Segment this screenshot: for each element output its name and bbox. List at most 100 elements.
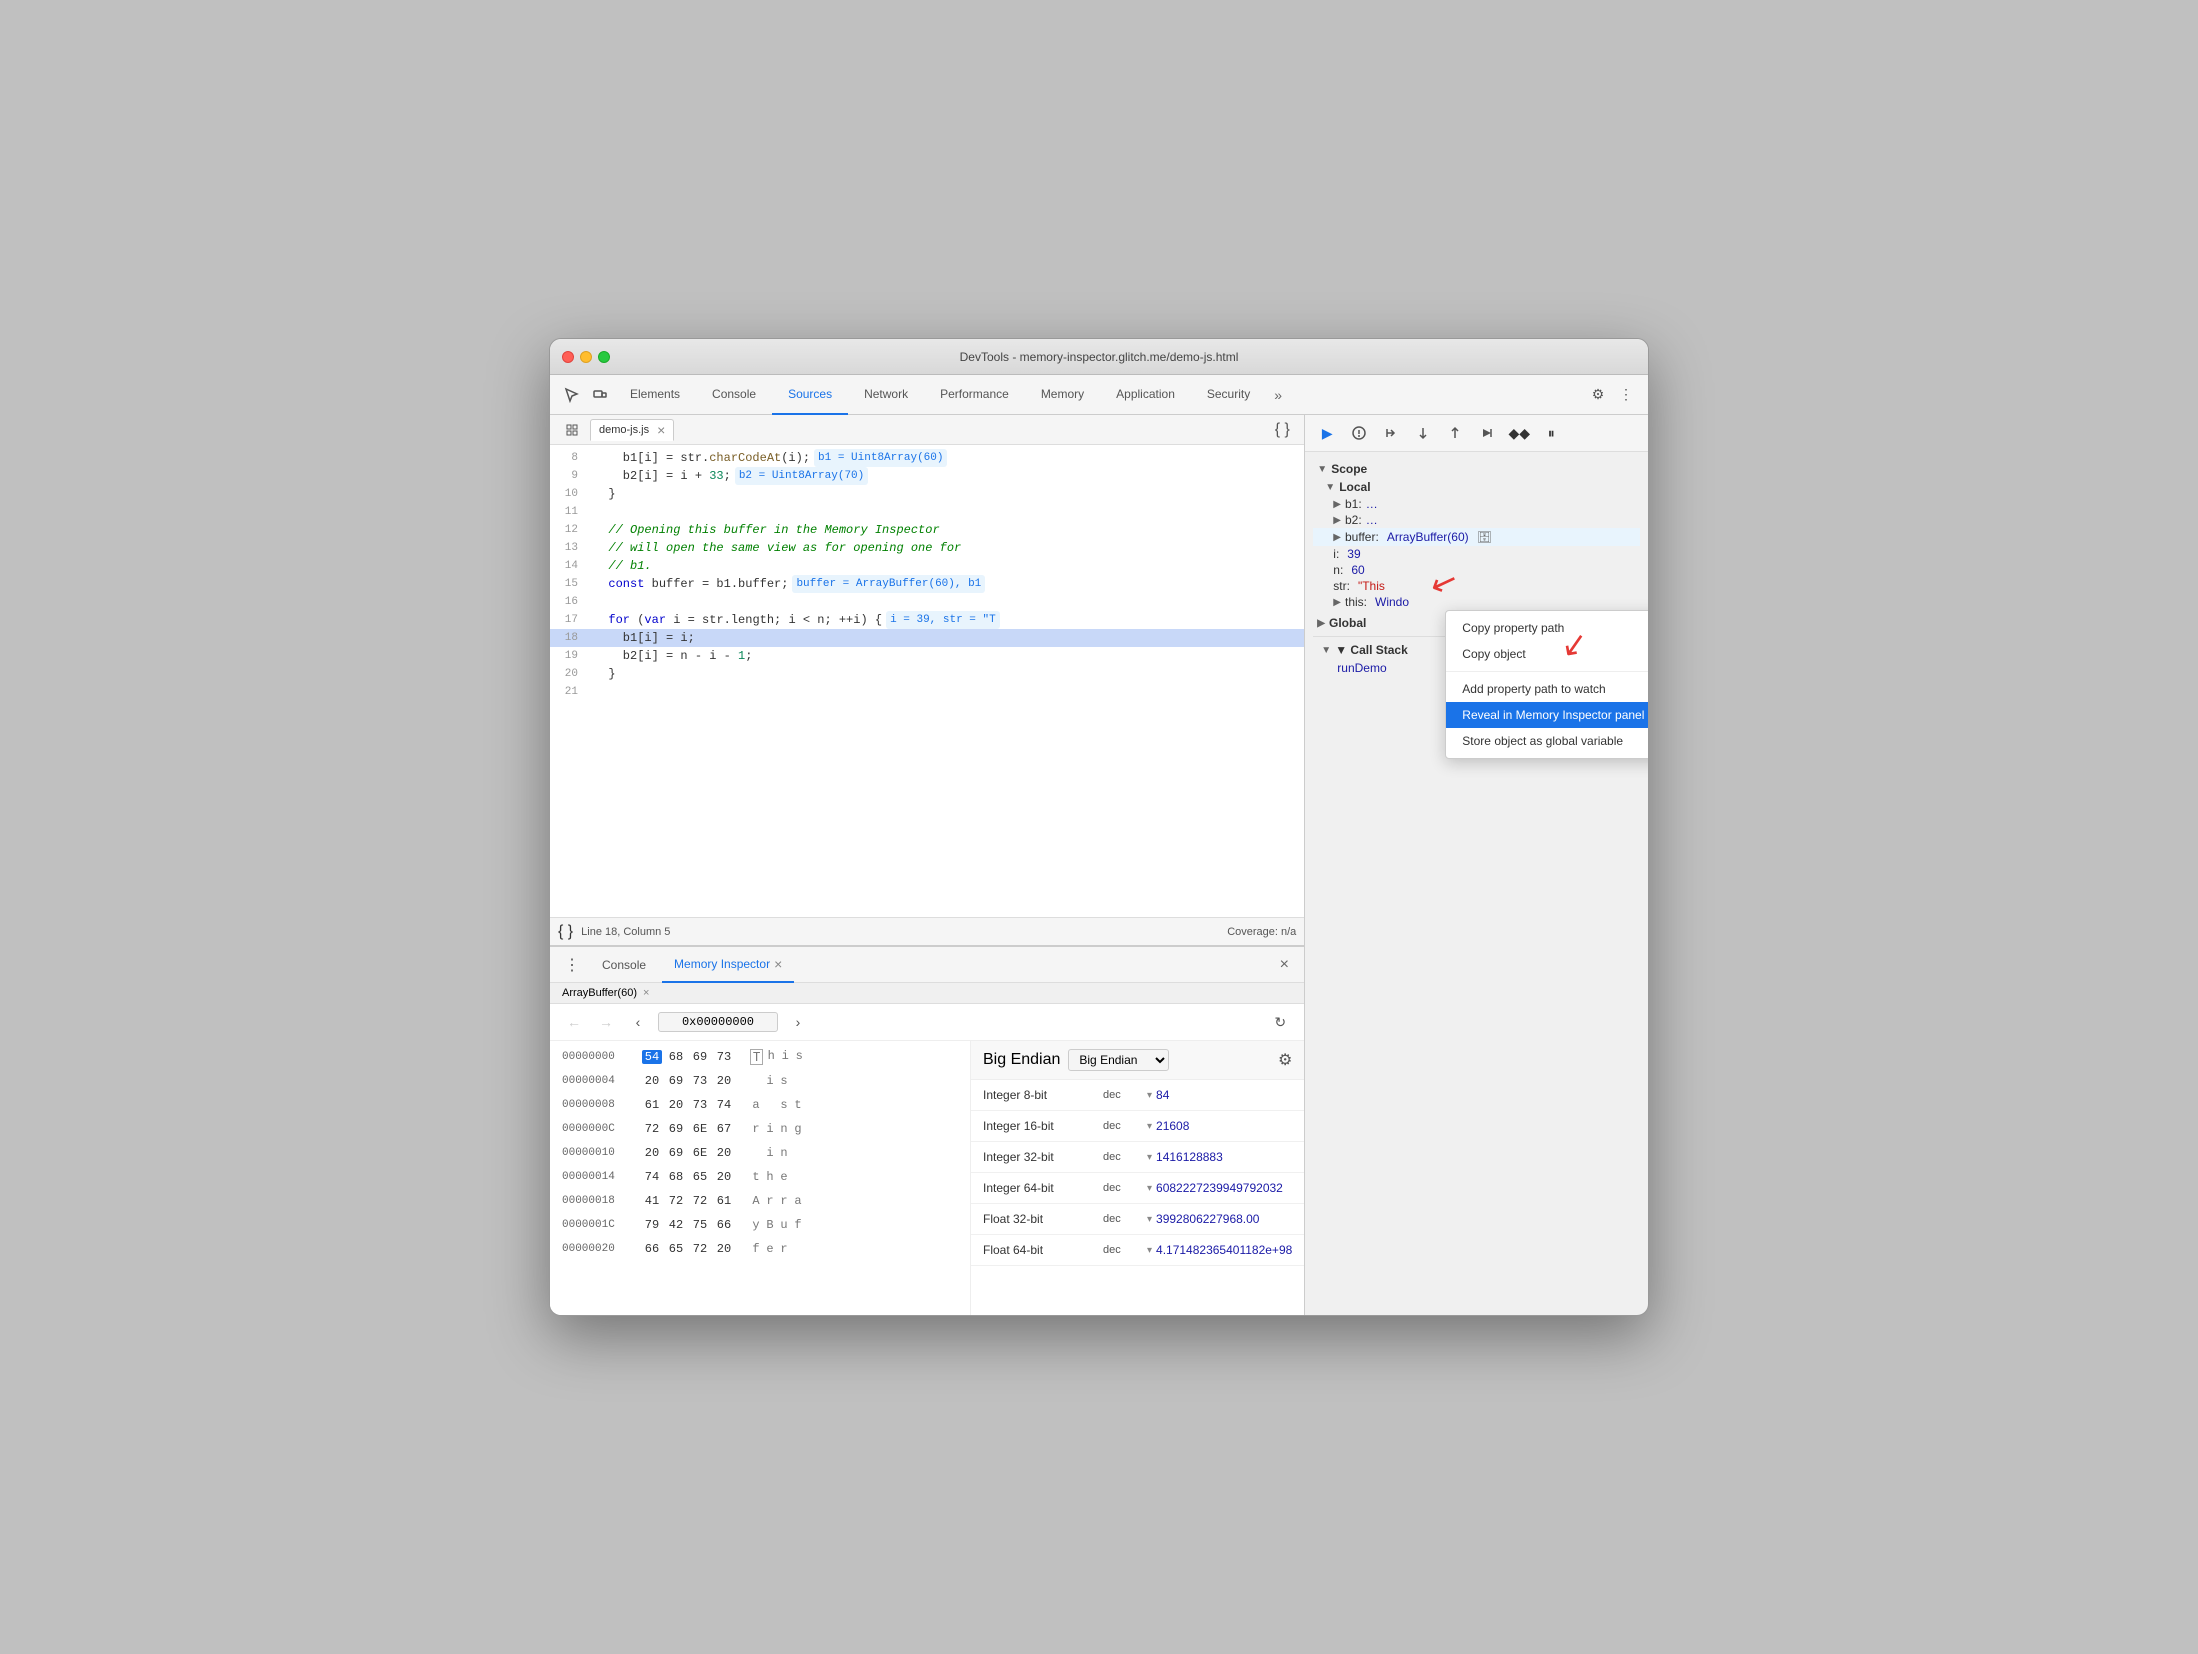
endian-select[interactable]: Big Endian Little Endian bbox=[1068, 1049, 1169, 1071]
hex-byte[interactable]: 69 bbox=[666, 1122, 686, 1136]
tab-performance[interactable]: Performance bbox=[924, 375, 1025, 415]
memory-buffer-close-icon[interactable]: × bbox=[643, 987, 649, 999]
right-panel: ▶ bbox=[1305, 415, 1648, 1315]
file-navigator-icon[interactable] bbox=[558, 416, 586, 444]
hex-byte[interactable]: 69 bbox=[666, 1146, 686, 1160]
data-panel-settings-icon[interactable]: ⚙ bbox=[1278, 1050, 1292, 1070]
memory-refresh-button[interactable]: ↻ bbox=[1268, 1010, 1292, 1034]
scope-item-i[interactable]: i: 39 bbox=[1313, 546, 1640, 562]
ctx-copy-object[interactable]: Copy object bbox=[1446, 641, 1649, 667]
source-tab-close-icon[interactable]: × bbox=[657, 422, 665, 438]
close-button[interactable] bbox=[562, 351, 574, 363]
maximize-button[interactable] bbox=[598, 351, 610, 363]
step-button[interactable] bbox=[1473, 419, 1501, 447]
pause-on-exceptions-icon[interactable] bbox=[1345, 419, 1373, 447]
hex-byte[interactable]: 74 bbox=[642, 1170, 662, 1184]
hex-byte[interactable]: 6E bbox=[690, 1122, 710, 1136]
scope-item-buffer[interactable]: ▶ buffer: ArrayBuffer(60) 🗄 ➘ bbox=[1313, 528, 1640, 546]
hex-byte[interactable]: 74 bbox=[714, 1098, 734, 1112]
hex-byte[interactable]: 20 bbox=[666, 1098, 686, 1112]
minimize-button[interactable] bbox=[580, 351, 592, 363]
hex-byte[interactable]: 73 bbox=[690, 1098, 710, 1112]
scope-item-this[interactable]: ▶ this: Windo bbox=[1313, 594, 1640, 610]
deactivate-breakpoints-icon[interactable]: ◆◆ bbox=[1505, 419, 1533, 447]
hex-byte[interactable]: 61 bbox=[714, 1194, 734, 1208]
hex-byte[interactable]: 20 bbox=[714, 1170, 734, 1184]
code-line-19: 19 b2[i] = n - i - 1; bbox=[550, 647, 1304, 665]
hex-byte[interactable]: 68 bbox=[666, 1170, 686, 1184]
more-options-icon[interactable]: ⋮ bbox=[1612, 381, 1640, 409]
hex-byte[interactable]: 69 bbox=[666, 1074, 686, 1088]
memory-address-input[interactable] bbox=[658, 1012, 778, 1032]
hex-byte[interactable]: 42 bbox=[666, 1218, 686, 1232]
bottom-panel-close-button[interactable]: × bbox=[1272, 953, 1296, 977]
hex-byte[interactable]: 20 bbox=[714, 1242, 734, 1256]
tab-sources[interactable]: Sources bbox=[772, 375, 848, 415]
hex-byte[interactable]: 72 bbox=[642, 1122, 662, 1136]
format-icon[interactable]: { } bbox=[1268, 416, 1296, 444]
ctx-copy-property-path[interactable]: Copy property path bbox=[1446, 615, 1649, 641]
step-out-button[interactable] bbox=[1441, 419, 1469, 447]
hex-byte[interactable]: 79 bbox=[642, 1218, 662, 1232]
memory-inspector-tab-close-icon[interactable]: × bbox=[774, 956, 782, 972]
hex-byte[interactable]: 73 bbox=[714, 1050, 734, 1064]
ctx-store-global[interactable]: Store object as global variable bbox=[1446, 728, 1649, 754]
ctx-add-property-path[interactable]: Add property path to watch bbox=[1446, 676, 1649, 702]
scope-header[interactable]: ▼ Scope bbox=[1313, 460, 1640, 478]
local-header[interactable]: ▼ Local bbox=[1313, 478, 1640, 496]
step-over-button[interactable] bbox=[1377, 419, 1405, 447]
scope-item-b2[interactable]: ▶ b2: … bbox=[1313, 512, 1640, 528]
hex-byte[interactable]: 65 bbox=[666, 1242, 686, 1256]
memory-chip-icon[interactable]: 🗄 bbox=[1477, 529, 1493, 545]
element-picker-icon[interactable] bbox=[558, 381, 586, 409]
memory-back-button[interactable]: ← bbox=[562, 1010, 586, 1034]
scope-item-str[interactable]: str: "This bbox=[1313, 578, 1640, 594]
hex-byte[interactable]: 67 bbox=[714, 1122, 734, 1136]
hex-byte[interactable]: 20 bbox=[642, 1146, 662, 1160]
hex-row-2: 00000008 61 20 73 74 a bbox=[550, 1093, 970, 1117]
hex-byte[interactable]: 69 bbox=[690, 1050, 710, 1064]
hex-byte[interactable]: 41 bbox=[642, 1194, 662, 1208]
scope-panel: ▼ Scope ▼ Local ▶ b1: … bbox=[1305, 452, 1648, 1315]
memory-next-button[interactable]: › bbox=[786, 1010, 810, 1034]
scope-item-b1[interactable]: ▶ b1: … bbox=[1313, 496, 1640, 512]
memory-forward-button[interactable]: → bbox=[594, 1010, 618, 1034]
tab-network[interactable]: Network bbox=[848, 375, 924, 415]
ctx-reveal-memory-inspector[interactable]: Reveal in Memory Inspector panel bbox=[1446, 702, 1649, 728]
step-into-button[interactable] bbox=[1409, 419, 1437, 447]
line-column-status: Line 18, Column 5 bbox=[581, 926, 670, 938]
memory-prev-button[interactable]: ‹ bbox=[626, 1010, 650, 1034]
tab-elements[interactable]: Elements bbox=[614, 375, 696, 415]
memory-hex-viewer[interactable]: 00000000 54 68 69 73 T h bbox=[550, 1041, 970, 1315]
tab-application[interactable]: Application bbox=[1100, 375, 1191, 415]
more-tabs-button[interactable]: » bbox=[1266, 387, 1290, 403]
hex-byte[interactable]: 20 bbox=[642, 1074, 662, 1088]
bottom-panel-menu-icon[interactable]: ⋮ bbox=[558, 951, 586, 979]
hex-byte[interactable]: 65 bbox=[690, 1170, 710, 1184]
hex-byte[interactable]: 73 bbox=[690, 1074, 710, 1088]
hex-byte[interactable]: 54 bbox=[642, 1050, 662, 1064]
hex-byte[interactable]: 72 bbox=[690, 1242, 710, 1256]
resume-button[interactable]: ▶ bbox=[1313, 419, 1341, 447]
device-toolbar-icon[interactable] bbox=[586, 381, 614, 409]
hex-byte[interactable]: 61 bbox=[642, 1098, 662, 1112]
tab-console[interactable]: Console bbox=[696, 375, 772, 415]
hex-byte[interactable]: 68 bbox=[666, 1050, 686, 1064]
hex-byte[interactable]: 72 bbox=[690, 1194, 710, 1208]
code-editor[interactable]: 8 b1[i] = str.charCodeAt(i); b1 = Uint8A… bbox=[550, 445, 1304, 917]
pause-button[interactable]: ⏸ bbox=[1537, 419, 1565, 447]
tab-console-bottom[interactable]: Console bbox=[590, 947, 658, 983]
hex-byte[interactable]: 72 bbox=[666, 1194, 686, 1208]
scope-item-n[interactable]: n: 60 bbox=[1313, 562, 1640, 578]
hex-byte[interactable]: 66 bbox=[714, 1218, 734, 1232]
settings-icon[interactable]: ⚙ bbox=[1584, 381, 1612, 409]
hex-byte[interactable]: 20 bbox=[714, 1074, 734, 1088]
source-file-tab[interactable]: demo-js.js × bbox=[590, 419, 674, 441]
tab-memory[interactable]: Memory bbox=[1025, 375, 1100, 415]
hex-byte[interactable]: 66 bbox=[642, 1242, 662, 1256]
tab-security[interactable]: Security bbox=[1191, 375, 1266, 415]
hex-byte[interactable]: 6E bbox=[690, 1146, 710, 1160]
hex-byte[interactable]: 20 bbox=[714, 1146, 734, 1160]
hex-byte[interactable]: 75 bbox=[690, 1218, 710, 1232]
tab-memory-inspector[interactable]: Memory Inspector × bbox=[662, 947, 794, 983]
